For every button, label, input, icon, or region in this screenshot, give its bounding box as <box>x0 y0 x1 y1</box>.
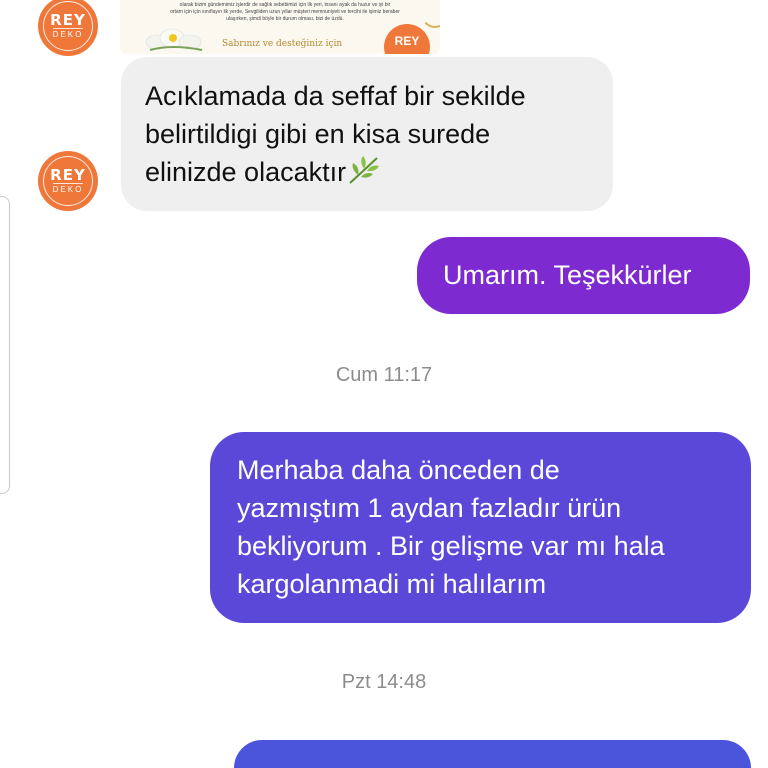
side-panel-edge <box>0 196 10 494</box>
message-line: yazmıştım 1 aydan fazladır ürün <box>237 493 622 523</box>
outgoing-message-bubble[interactable] <box>234 740 751 768</box>
message-line: Acıklamada da seffaf bir sekilde <box>145 81 526 111</box>
herb-icon <box>349 156 380 184</box>
sender-avatar[interactable]: REY DEKO <box>38 151 98 211</box>
ornament-swirl <box>420 0 440 28</box>
shared-image-caption: Sabrınız ve desteğiniz için <box>222 39 343 49</box>
timestamp: Cum 11:17 <box>335 364 433 386</box>
shared-image-logo: REY <box>384 24 430 54</box>
incoming-message-bubble[interactable]: Acıklamada da seffaf bir sekilde belirti… <box>121 57 613 211</box>
message-line: belirtildigi gibi en kisa surede <box>145 119 491 149</box>
message-line: kargolanmadi mi halılarım <box>237 569 547 599</box>
outgoing-message-bubble[interactable]: Umarım. Teşekkürler <box>417 237 750 314</box>
shared-image-text: olarak bizim gündemimiz işlerdir de sağl… <box>170 2 400 22</box>
avatar-sub-text: DEKO <box>52 183 84 194</box>
flower-image <box>145 28 203 51</box>
avatar-sub-text: DEKO <box>52 28 84 39</box>
message-line: elinizde olacaktır <box>145 157 347 187</box>
message-line: bekliyorum . Bir gelişme var mı hala <box>237 531 665 561</box>
avatar-brand-text: REY <box>50 11 86 29</box>
timestamp: Pzt 14:48 <box>341 671 427 693</box>
outgoing-message-bubble[interactable]: Merhaba daha önceden de yazmıştım 1 ayda… <box>210 432 751 623</box>
message-line: Merhaba daha önceden de <box>237 455 560 485</box>
shared-image-message[interactable]: olarak bizim gündemimiz işlerdir de sağl… <box>120 0 440 54</box>
message-line: Umarım. Teşekkürler <box>443 260 692 290</box>
message-line-wrapper: elinizde olacaktır <box>145 153 589 191</box>
sender-avatar[interactable]: REY DEKO <box>38 0 98 56</box>
avatar-brand-text: REY <box>50 166 86 184</box>
